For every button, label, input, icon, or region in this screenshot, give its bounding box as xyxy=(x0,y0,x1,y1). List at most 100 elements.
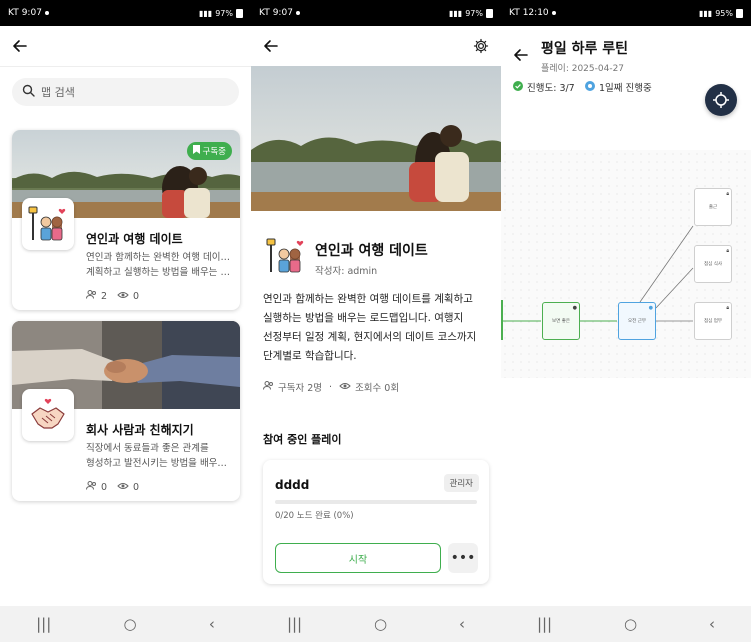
search-input[interactable] xyxy=(41,85,221,99)
system-nav-bar: ||| ○ ‹ xyxy=(501,606,751,642)
system-back-button[interactable]: ‹ xyxy=(709,615,715,633)
recents-button[interactable]: ||| xyxy=(287,615,302,633)
map-description: 연인과 함께하는 완벽한 여행 데이트를 계획하고 실행하는 방법을 배우는 로… xyxy=(263,290,491,366)
users-icon xyxy=(86,290,97,302)
map-card[interactable]: 회사 사람과 친해지기 직장에서 동료들과 좋은 관계를 형성하고 발전시키는 … xyxy=(12,321,240,501)
play-circle-icon xyxy=(585,80,595,94)
node-label: 보면 좋은 xyxy=(552,319,570,324)
routine-screen: KT 12:10 ▮▮▮ 95% 평일 하루 루틴 플레이: 2025-04-27 … xyxy=(501,0,751,642)
home-button[interactable]: ○ xyxy=(374,615,387,633)
card-desc-line: 형성하고 발전시키는 방법을 배우는 로... xyxy=(86,458,232,469)
separator-dot: · xyxy=(329,381,333,393)
couple-lamp-icon xyxy=(28,206,66,241)
system-back-button[interactable]: ‹ xyxy=(459,615,465,633)
notification-icon xyxy=(551,11,556,15)
crosshair-icon xyxy=(713,92,729,108)
signal-icon: ▮▮▮ xyxy=(199,8,213,18)
status-bar: KT 9:07 ▮▮▮ 97% xyxy=(251,0,501,26)
roadmap-node[interactable]: 🔒︎ 점심 업무 xyxy=(694,302,732,340)
card-desc-line: 계획하고 실행하는 방법을 배우는 로... xyxy=(86,267,232,278)
active-dot-icon: ● xyxy=(648,305,653,311)
map-author: 작성자: admin xyxy=(315,266,378,277)
description-line: 연인과 함께하는 완벽한 여행 데이트를 계획하고 xyxy=(263,293,473,305)
day-text: 1일째 진행중 xyxy=(599,83,652,94)
play-card[interactable]: dddd 관리자 0/20 노드 완료 (0%) 시작 ••• xyxy=(263,460,489,584)
eye-icon xyxy=(339,382,351,393)
play-date: 플레이: 2025-04-27 xyxy=(541,64,625,74)
users-icon xyxy=(263,381,274,393)
back-arrow-icon[interactable] xyxy=(10,36,30,56)
battery-level: 97% xyxy=(215,8,233,18)
node-label: 출근 xyxy=(708,205,718,210)
couple-lamp-icon xyxy=(266,238,304,273)
recents-button[interactable]: ||| xyxy=(537,615,552,633)
recents-button[interactable]: ||| xyxy=(36,615,51,633)
progress-text: 진행도: 3/7 xyxy=(527,83,575,94)
battery-level: 95% xyxy=(715,8,733,18)
app-bar xyxy=(0,26,251,66)
card-stats: 2 0 xyxy=(86,290,139,302)
roadmap-node[interactable]: 🔒︎ 점심 식사 xyxy=(694,245,732,283)
map-list-screen: KT 9:07 ▮▮▮ 97% 맵 검색 구독중 연인과 여행 데이트 연인과 … xyxy=(0,0,251,642)
system-back-button[interactable]: ‹ xyxy=(209,615,215,633)
carrier: KT xyxy=(509,8,520,18)
roadmap-node[interactable]: ● 보면 좋은 xyxy=(542,302,580,340)
card-thumbnail xyxy=(22,198,74,250)
start-button[interactable]: 시작 xyxy=(275,543,441,573)
play-progress-text: 0/20 노드 완료 (0%) xyxy=(275,511,354,521)
card-desc-line: 연인과 함께하는 완벽한 여행 데이트를 xyxy=(86,252,232,263)
battery-icon xyxy=(236,8,243,18)
home-button[interactable]: ○ xyxy=(624,615,637,633)
play-progress-bar xyxy=(275,500,477,504)
play-name: dddd xyxy=(275,478,310,492)
card-title: 회사 사람과 친해지기 xyxy=(86,423,194,437)
app-bar xyxy=(251,26,501,66)
lock-icon: 🔒︎ xyxy=(726,191,729,197)
roadmap-node[interactable]: 🔒︎ 출근 xyxy=(694,188,732,226)
day-status: 1일째 진행중 xyxy=(585,80,652,94)
hero-image xyxy=(251,66,501,211)
card-stats: 0 0 xyxy=(86,481,139,493)
notification-icon xyxy=(295,11,300,15)
bookmark-icon xyxy=(192,145,200,157)
section-title: 참여 중인 플레이 xyxy=(263,433,342,446)
subscribed-label: 구독중 xyxy=(202,147,226,157)
back-arrow-icon[interactable] xyxy=(261,36,281,56)
roadmap-canvas[interactable]: ● 보면 좋은 ● 오전 근무 🔒︎ 출근 🔒︎ 점심 식사 🔒︎ 점심 업무 xyxy=(501,150,751,378)
status-bar: KT 12:10 ▮▮▮ 95% xyxy=(501,0,751,26)
progress-status: 진행도: 3/7 xyxy=(513,80,575,94)
carrier: KT xyxy=(8,8,19,18)
clock: 9:07 xyxy=(21,8,42,18)
check-circle-icon xyxy=(513,80,523,94)
subscribed-badge: 구독중 xyxy=(186,142,232,160)
status-bar: KT 9:07 ▮▮▮ 97% xyxy=(0,0,251,26)
eye-icon xyxy=(117,482,129,493)
map-card[interactable]: 구독중 연인과 여행 데이트 연인과 함께하는 완벽한 여행 데이트를 계획하고… xyxy=(12,130,240,310)
lock-icon: 🔒︎ xyxy=(726,248,729,254)
view-count: 0 xyxy=(133,481,140,493)
node-label: 점심 업무 xyxy=(704,319,722,324)
users-icon xyxy=(86,481,97,493)
back-arrow-icon[interactable] xyxy=(511,45,531,65)
battery-icon xyxy=(486,8,493,18)
home-button[interactable]: ○ xyxy=(124,615,137,633)
search-bar[interactable] xyxy=(12,78,239,106)
locate-button[interactable] xyxy=(705,84,737,116)
completed-dot-icon: ● xyxy=(572,305,577,311)
notification-icon xyxy=(44,11,49,15)
clock: 12:10 xyxy=(522,8,549,18)
description-line: 실행하는 방법을 배우는 로드맵입니다. 여행지 xyxy=(263,312,464,324)
map-title: 연인과 여행 데이트 xyxy=(315,243,428,259)
battery-icon xyxy=(736,8,743,18)
handshake-icon xyxy=(31,398,65,429)
gear-icon[interactable] xyxy=(471,36,491,56)
card-thumbnail xyxy=(22,389,74,441)
roadmap-node[interactable]: ● 오전 근무 xyxy=(618,302,656,340)
carrier: KT xyxy=(259,8,270,18)
description-line: 선정부터 일정 계획, 현지에서의 데이트 코스까지 xyxy=(263,331,477,343)
more-options-button[interactable]: ••• xyxy=(448,543,478,573)
node-label: 오전 근무 xyxy=(628,319,646,324)
view-count: 조회수 0회 xyxy=(355,383,400,394)
map-detail-screen: KT 9:07 ▮▮▮ 97% 연인과 여행 데이트 작성자: admin 연인… xyxy=(251,0,501,642)
header-divider xyxy=(0,66,251,67)
